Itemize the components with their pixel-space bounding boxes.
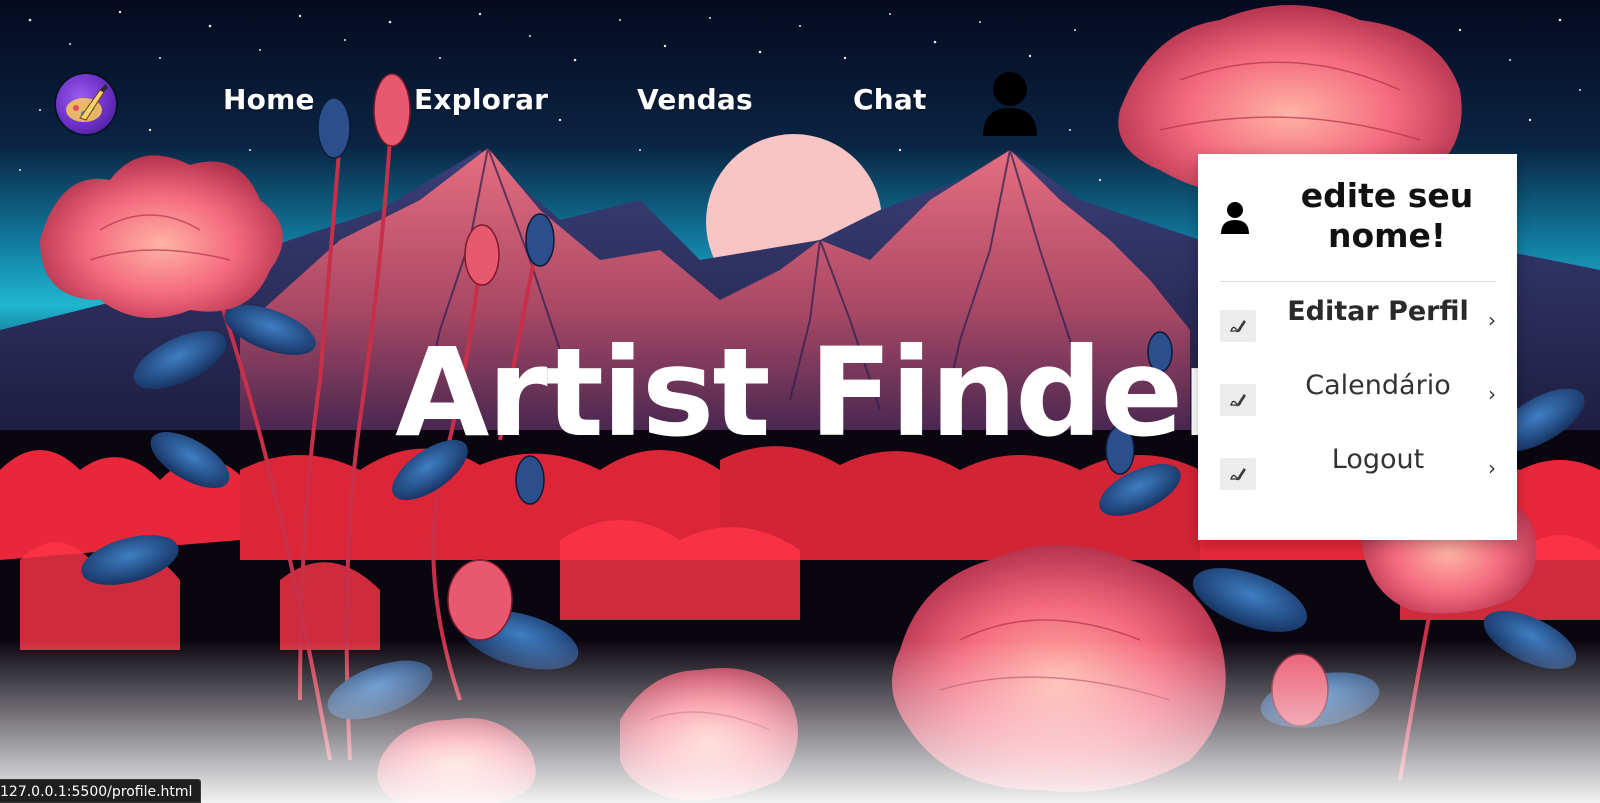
menu-item-calendario[interactable]: Calendário › — [1198, 366, 1517, 424]
menu-item-label: Editar Perfil — [1287, 296, 1469, 327]
dropdown-user-header: edite seu nome! — [1198, 154, 1517, 282]
chevron-right-icon: › — [1488, 382, 1496, 406]
dropdown-divider — [1220, 281, 1496, 282]
menu-item-label: Logout — [1331, 444, 1425, 475]
hero-title: Artist Finder — [395, 322, 1241, 464]
edit-icon — [1220, 384, 1256, 416]
menu-item-label: Calendário — [1305, 370, 1451, 401]
nav-link-home[interactable]: Home — [223, 80, 315, 120]
chevron-right-icon: › — [1488, 308, 1496, 332]
edit-icon — [1220, 310, 1256, 342]
profile-dropdown-menu: edite seu nome! Editar Perfil › Calendár… — [1198, 154, 1517, 540]
profile-menu-button[interactable] — [980, 70, 1040, 138]
user-icon — [1221, 202, 1249, 234]
menu-item-editar-perfil[interactable]: Editar Perfil › — [1198, 292, 1517, 350]
user-name-placeholder[interactable]: edite seu nome! — [1262, 176, 1512, 256]
chevron-right-icon: › — [1488, 456, 1496, 480]
palette-brush-logo-icon — [66, 84, 108, 122]
edit-icon — [1220, 458, 1256, 490]
browser-status-url: 127.0.0.1:5500/profile.html — [0, 779, 202, 803]
nav-link-chat[interactable]: Chat — [853, 80, 927, 120]
page: Home Explorar Vendas Chat Artist Finder … — [0, 0, 1600, 803]
menu-item-logout[interactable]: Logout › — [1198, 440, 1517, 498]
nav-link-vendas[interactable]: Vendas — [637, 80, 753, 120]
brand-logo-icon[interactable] — [56, 74, 116, 134]
user-icon — [983, 72, 1037, 136]
nav-link-explorar[interactable]: Explorar — [414, 80, 548, 120]
